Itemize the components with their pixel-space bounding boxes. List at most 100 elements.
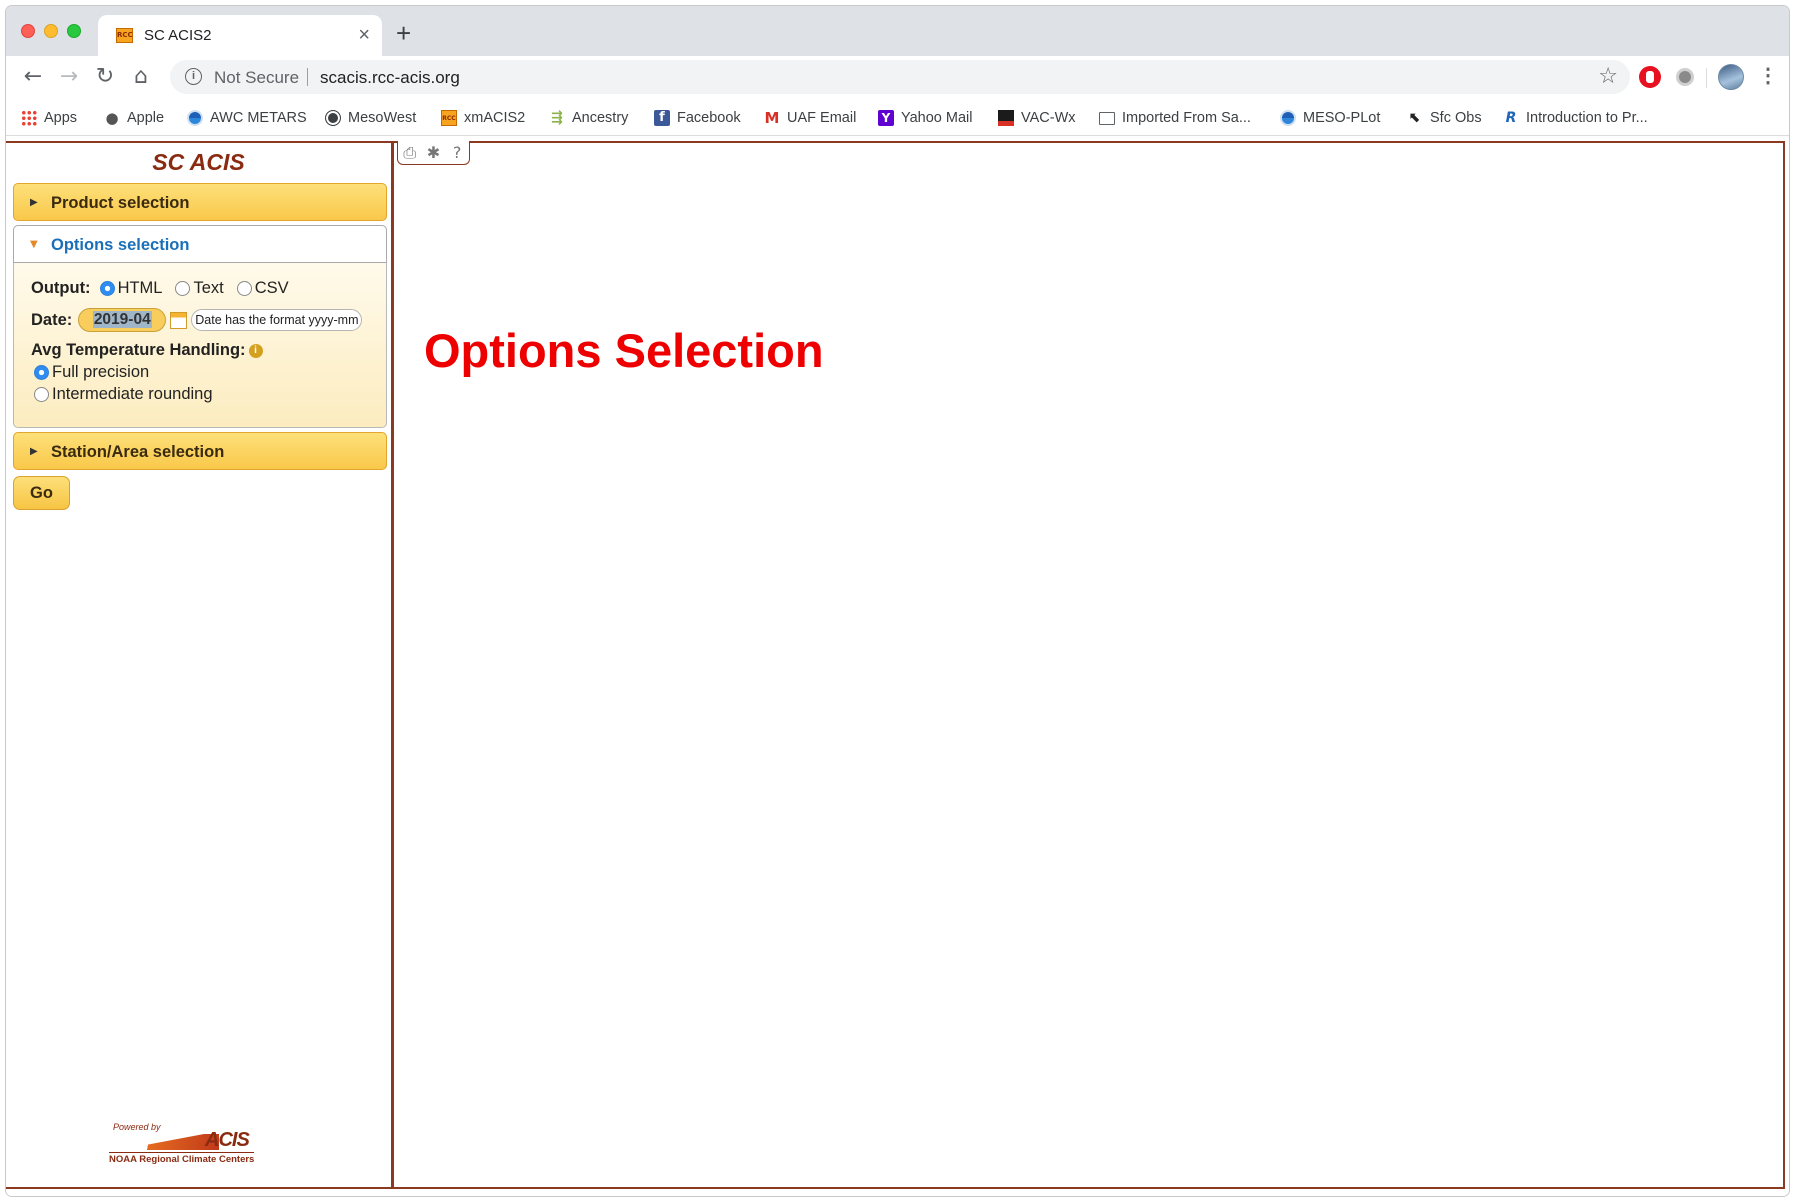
- bookmark-uaf-email[interactable]: M UAF Email: [764, 106, 857, 130]
- tab-title: SC ACIS2: [144, 27, 212, 44]
- options-selection-annotation: Options Selection: [424, 324, 824, 377]
- radio-csv[interactable]: [236, 281, 252, 296]
- apps-grid-icon: [21, 110, 37, 126]
- intermediate-rounding-option[interactable]: Intermediate rounding: [34, 385, 213, 404]
- leaf-icon: ⇶: [551, 110, 563, 126]
- date-format-hint: Date has the format yyyy-mm: [191, 309, 362, 331]
- expand-arrow-icon: ▶: [30, 446, 38, 457]
- product-selection-label: Product selection: [51, 194, 190, 212]
- back-arrow-icon[interactable]: ←: [18, 62, 48, 92]
- profile-avatar[interactable]: [1718, 64, 1744, 90]
- window-close-button[interactable]: [21, 24, 35, 38]
- facebook-icon: f: [654, 110, 670, 126]
- bookmarks-bar: Apps ● Apple AWC METARS MesoWest RCC xmACI…: [6, 100, 1789, 136]
- page-content: SC ACIS ▶ Product selection ▼ Options se…: [6, 137, 1789, 1196]
- info-icon[interactable]: i: [248, 343, 263, 358]
- radio-intermediate-rounding[interactable]: [34, 387, 49, 402]
- bookmark-label: Apple: [127, 110, 165, 126]
- toolbar-divider: [1706, 68, 1707, 88]
- bookmark-apple[interactable]: ● Apple: [104, 106, 164, 130]
- station-area-selection-header[interactable]: ▶ Station/Area selection: [13, 432, 387, 470]
- bookmark-sfc-obs[interactable]: ⬉ Sfc Obs: [1407, 106, 1482, 130]
- bookmark-ancestry[interactable]: ⇶ Ancestry: [549, 106, 628, 130]
- go-button[interactable]: Go: [13, 476, 70, 510]
- address-bar[interactable]: i Not Secure scacis.rcc-acis.org ☆: [170, 60, 1630, 94]
- extension-icon[interactable]: [1676, 68, 1694, 86]
- avg-temp-row: Avg Temperature Handling: i: [31, 341, 263, 360]
- forward-arrow-icon[interactable]: →: [54, 62, 84, 92]
- bookmark-yahoo-mail[interactable]: Y Yahoo Mail: [878, 106, 972, 130]
- output-label: Output:: [31, 279, 91, 297]
- acis-icon: RCC: [441, 110, 457, 126]
- bookmark-label: Ancestry: [572, 110, 629, 126]
- bookmark-label: MESO-PLot: [1303, 110, 1381, 126]
- help-icon[interactable]: ?: [447, 143, 467, 163]
- browser-toolbar: ← → ↻ ⌂ i Not Secure scacis.rcc-acis.org…: [6, 56, 1789, 100]
- acis-logo: Powered by ACIS NOAA Regional Climate Ce…: [109, 1122, 269, 1166]
- acis-swoosh-icon: [119, 1134, 219, 1150]
- cursor-icon: ⬉: [1409, 110, 1421, 126]
- bookmark-folder-imported[interactable]: Imported From Sa...: [1099, 106, 1251, 130]
- bookmark-label: Yahoo Mail: [901, 110, 973, 126]
- date-input[interactable]: 2019-04: [78, 308, 167, 332]
- bookmark-awc-metars[interactable]: AWC METARS: [187, 106, 307, 130]
- app-title: SC ACIS: [152, 149, 245, 175]
- output-text-option[interactable]: Text: [175, 279, 224, 298]
- bookmark-apps[interactable]: Apps: [21, 106, 77, 130]
- output-html-label: HTML: [117, 279, 163, 297]
- url-text[interactable]: scacis.rcc-acis.org: [320, 68, 460, 88]
- window-maximize-button[interactable]: [67, 24, 81, 38]
- noaa-icon: [187, 110, 203, 126]
- acis-logo-subtitle: NOAA Regional Climate Centers: [109, 1152, 255, 1165]
- new-tab-button[interactable]: +: [396, 20, 411, 46]
- results-panel: ⎙ ✱ ? Options Selection: [392, 141, 1785, 1189]
- full-precision-option[interactable]: Full precision: [34, 363, 149, 382]
- tab-strip: RCC SC ACIS2 × +: [6, 6, 1789, 56]
- home-icon[interactable]: ⌂: [126, 62, 156, 92]
- intermediate-rounding-label: Intermediate rounding: [52, 385, 213, 403]
- date-label: Date:: [31, 310, 73, 329]
- print-icon[interactable]: ⎙: [400, 143, 420, 163]
- bookmark-label: VAC-Wx: [1021, 110, 1076, 126]
- adblock-extension-icon[interactable]: [1639, 66, 1661, 88]
- calendar-icon[interactable]: [170, 311, 188, 329]
- apple-icon: ●: [105, 109, 119, 127]
- output-csv-label: CSV: [254, 279, 289, 297]
- address-separator: [307, 68, 308, 86]
- r-icon: R: [1505, 110, 1517, 126]
- bookmark-vac-wx[interactable]: VAC-Wx: [998, 106, 1076, 130]
- bookmark-meso-plot[interactable]: MESO-PLot: [1280, 106, 1380, 130]
- window-minimize-button[interactable]: [44, 24, 58, 38]
- bookmark-facebook[interactable]: f Facebook: [654, 106, 741, 130]
- station-area-selection-label: Station/Area selection: [51, 443, 225, 461]
- security-label[interactable]: Not Secure: [214, 68, 299, 88]
- tab-close-icon[interactable]: ×: [358, 23, 370, 47]
- bookmark-xmacis2[interactable]: RCC xmACIS2: [441, 106, 525, 130]
- bookmark-star-icon[interactable]: ☆: [1598, 64, 1618, 89]
- radio-full-precision[interactable]: [34, 365, 49, 380]
- gear-icon[interactable]: ✱: [423, 143, 443, 163]
- bookmark-intro-r[interactable]: R Introduction to Pr...: [1503, 106, 1648, 130]
- bookmark-label: Apps: [44, 110, 78, 126]
- bookmark-label: Sfc Obs: [1430, 110, 1482, 126]
- powered-by-text: Powered by: [113, 1122, 161, 1132]
- options-selection-header[interactable]: ▼ Options selection: [13, 225, 387, 263]
- output-html-option[interactable]: HTML: [99, 279, 163, 298]
- reload-icon[interactable]: ↻: [90, 62, 120, 92]
- output-csv-option[interactable]: CSV: [236, 279, 289, 298]
- browser-tab[interactable]: RCC SC ACIS2 ×: [98, 15, 382, 56]
- options-selection-label: Options selection: [51, 236, 190, 254]
- product-selection-header[interactable]: ▶ Product selection: [13, 183, 387, 221]
- yahoo-icon: Y: [878, 110, 894, 126]
- browser-menu-icon[interactable]: ⋮: [1758, 64, 1778, 88]
- results-toolbar: ⎙ ✱ ?: [397, 141, 470, 165]
- acis-favicon-icon: RCC: [116, 28, 133, 43]
- bookmark-label: UAF Email: [787, 110, 857, 126]
- collapse-arrow-icon: ▼: [30, 239, 38, 250]
- acis-logo-text: ACIS: [205, 1129, 250, 1151]
- radio-html[interactable]: [99, 281, 115, 296]
- info-icon[interactable]: i: [185, 68, 202, 85]
- radio-text[interactable]: [175, 281, 191, 296]
- date-row: Date: 2019-04 Date has the format yyyy-m…: [31, 308, 362, 332]
- bookmark-mesowest[interactable]: MesoWest: [325, 106, 416, 130]
